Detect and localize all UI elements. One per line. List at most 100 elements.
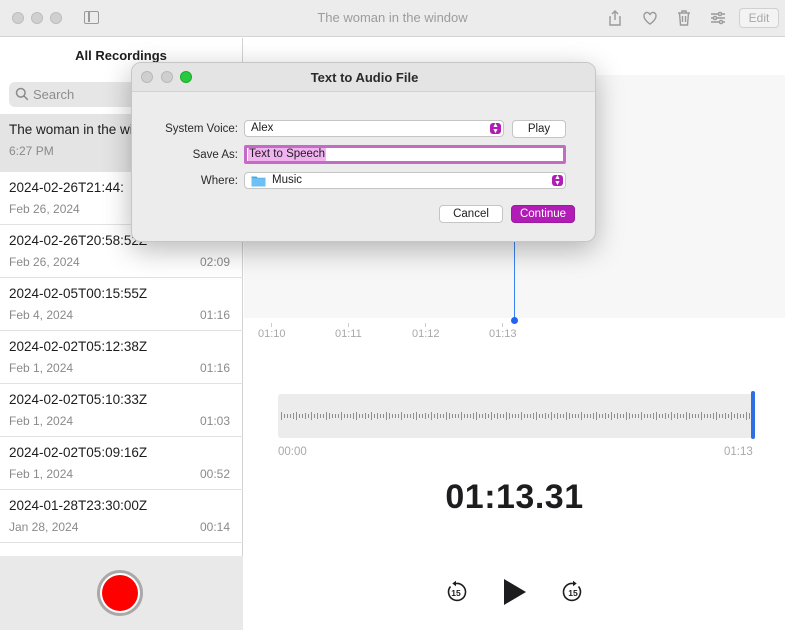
waveform-bar	[614, 414, 615, 418]
recording-date: Jan 28, 2024	[9, 520, 79, 534]
playhead[interactable]	[514, 238, 515, 320]
cancel-button[interactable]: Cancel	[439, 205, 503, 223]
timeline-tick-mark	[502, 323, 503, 327]
waveform-bar	[425, 413, 426, 419]
waveform-bar	[458, 414, 459, 418]
waveform-bar	[746, 412, 747, 420]
recording-duration: 01:16	[199, 308, 230, 322]
waveform-bar	[692, 414, 693, 418]
waveform-bar	[419, 414, 420, 418]
text-to-audio-dialog: Text to Audio File System Voice: Alex ▲ ▼…	[131, 62, 596, 242]
skip-back-15-icon[interactable]: 15	[444, 580, 468, 604]
waveform-bar	[557, 413, 558, 419]
waveform-bar	[287, 414, 288, 418]
waveform-bar	[683, 414, 684, 418]
waveform-bar	[620, 414, 621, 418]
waveform-bar	[413, 413, 414, 419]
waveform-bar	[497, 413, 498, 419]
recording-item[interactable]: 2024-02-05T00:15:55Z Feb 4, 2024 01:16	[0, 278, 243, 331]
recording-item[interactable]: 2024-02-02T05:10:33Z Feb 1, 2024 01:03	[0, 384, 243, 437]
waveform-bar	[599, 414, 600, 418]
waveform-bar	[293, 413, 294, 419]
waveform-bar	[509, 413, 510, 419]
save-as-field[interactable]: Text to Speech	[244, 145, 566, 164]
waveform-bar	[488, 414, 489, 418]
waveform-bar	[713, 413, 714, 419]
recording-date: Feb 1, 2024	[9, 361, 74, 375]
waveform-bar	[680, 414, 681, 418]
waveform-bar	[341, 412, 342, 420]
waveform-bar	[335, 414, 336, 418]
waveform-bar	[647, 414, 648, 418]
waveform-bar	[704, 414, 705, 418]
where-popup[interactable]: Music ▲ ▼	[244, 172, 566, 189]
waveform-bar	[728, 414, 729, 418]
waveform-bar	[404, 414, 405, 418]
waveform-bar	[638, 414, 639, 418]
timeline-tick-mark	[271, 323, 272, 327]
overview-playhead[interactable]	[751, 391, 755, 439]
where-value: Music	[272, 174, 303, 186]
waveform-bar	[281, 412, 282, 420]
timeline-tick-mark	[425, 323, 426, 327]
timeline-tick: 01:11	[335, 328, 362, 340]
waveform-bar	[455, 414, 456, 418]
waveform-bar	[479, 414, 480, 418]
waveform-bar	[395, 414, 396, 418]
waveform-bar	[587, 414, 588, 418]
waveform-bar	[734, 414, 735, 418]
waveform-bar	[464, 414, 465, 418]
waveform-bar	[596, 412, 597, 420]
play-voice-button[interactable]: Play	[512, 120, 566, 138]
current-time: 01:13.31	[445, 478, 584, 516]
recording-title: 2024-02-05T00:15:55Z	[9, 286, 148, 301]
waveform-bar	[575, 414, 576, 418]
waveform-bar	[428, 414, 429, 418]
waveform-bar	[656, 412, 657, 420]
waveform-bar	[617, 413, 618, 419]
heart-icon[interactable]	[641, 9, 659, 27]
waveform-bar	[533, 413, 534, 419]
waveform-bar	[470, 414, 471, 418]
edit-button[interactable]: Edit	[739, 8, 779, 28]
voice-popup[interactable]: Alex ▲ ▼	[244, 120, 504, 137]
voice-value: Alex	[251, 122, 274, 134]
record-button[interactable]	[97, 570, 143, 616]
waveform-bar	[716, 412, 717, 420]
waveform-bar	[431, 412, 432, 420]
waveform-bar	[311, 412, 312, 420]
recording-item[interactable]: 2024-02-02T05:12:38Z Feb 1, 2024 01:16	[0, 331, 243, 384]
waveform-bar	[602, 414, 603, 418]
recording-item[interactable]: 2024-02-02T05:09:16Z Feb 1, 2024 00:52	[0, 437, 243, 490]
waveform-bar	[539, 414, 540, 418]
recording-date: Feb 1, 2024	[9, 467, 74, 481]
waveform-bar	[623, 414, 624, 418]
waveform-bar	[608, 414, 609, 418]
recording-duration: 00:52	[199, 467, 230, 481]
play-button[interactable]	[502, 577, 528, 607]
trash-icon[interactable]	[675, 9, 693, 27]
waveform-bar	[317, 413, 318, 419]
waveform-bar	[356, 412, 357, 420]
playhead-handle[interactable]	[511, 317, 518, 324]
skip-back-label: 15	[451, 588, 461, 598]
waveform-bar	[674, 414, 675, 418]
waveform-bar	[560, 414, 561, 418]
waveform-bar	[473, 413, 474, 419]
overview-waveform[interactable]	[278, 394, 755, 438]
waveform-bar	[506, 412, 507, 420]
waveform-bar	[695, 414, 696, 418]
waveform-bar	[326, 412, 327, 420]
sliders-icon[interactable]	[709, 9, 727, 27]
recording-item[interactable]: 2024-01-28T23:30:00Z Jan 28, 2024 00:14	[0, 490, 243, 543]
recording-title: 2024-02-02T05:10:33Z	[9, 392, 148, 407]
share-icon[interactable]	[606, 9, 624, 27]
continue-button[interactable]: Continue	[511, 205, 575, 223]
waveform-bar	[731, 412, 732, 420]
waveform-bar	[542, 414, 543, 418]
recording-date: Feb 26, 2024	[9, 255, 80, 269]
waveform-bar	[338, 414, 339, 418]
waveform-bar	[290, 414, 291, 418]
skip-forward-15-icon[interactable]: 15	[561, 580, 585, 604]
waveform-bar	[641, 412, 642, 420]
